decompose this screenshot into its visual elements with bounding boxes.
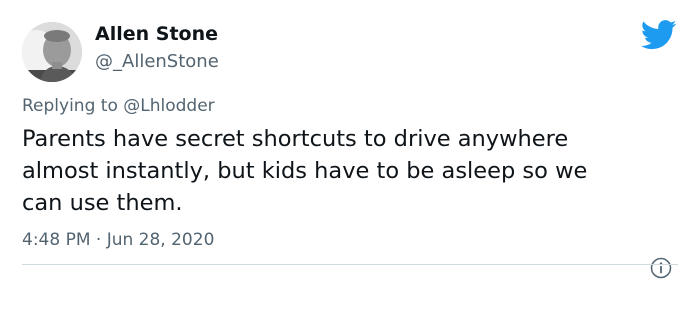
author-handle[interactable]: @_AllenStone — [95, 51, 219, 72]
avatar[interactable] — [22, 22, 82, 82]
tweet-text: Parents have secret shortcuts to drive a… — [22, 126, 588, 216]
replying-prefix: Replying to — [22, 96, 124, 116]
reply-mention-link[interactable]: @Lhlodder — [123, 96, 214, 116]
avatar-photo — [22, 22, 82, 82]
divider — [22, 264, 678, 265]
twitter-bird-icon[interactable] — [640, 20, 677, 50]
replying-to: Replying to @Lhlodder — [22, 96, 215, 116]
tweet-timestamp[interactable]: 4:48 PM · Jun 28, 2020 — [22, 230, 214, 250]
author-name[interactable]: Allen Stone — [95, 23, 218, 45]
info-icon[interactable] — [650, 257, 672, 279]
tweet-card: Allen Stone @_AllenStone Replying to @Lh… — [0, 0, 700, 319]
